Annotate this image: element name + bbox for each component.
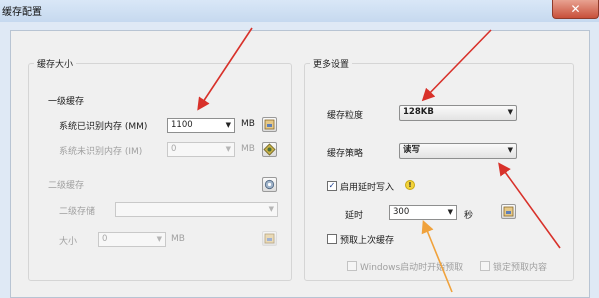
dialog-body: 缓存大小 一级缓存 系统已识别内存 (MM) 1100 ▼ MB 系统未识别内存… (10, 30, 590, 298)
cache-size-title: 缓存大小 (37, 60, 74, 70)
unidentified-mem-combobox[interactable]: 0 ▼ (167, 142, 235, 157)
identified-mem-value: 1100 (171, 120, 193, 130)
granularity-value: 128KB (403, 107, 434, 117)
delay-write-checkbox[interactable]: ✓ (327, 181, 337, 191)
memory-config-button[interactable] (262, 117, 277, 132)
dropdown-arrow-icon[interactable]: ▼ (508, 106, 513, 119)
size-label: 大小 (59, 237, 78, 247)
title-bar: 缓存配置 ✕ (0, 0, 599, 22)
level2-config-button[interactable] (262, 177, 277, 192)
size-value: 0 (102, 234, 108, 244)
identified-mem-label: 系统已识别内存 (MM) (59, 122, 148, 132)
level2-storage-combobox[interactable]: ▼ (115, 202, 278, 217)
gear-icon (264, 179, 275, 190)
cache-size-group: 缓存大小 (28, 57, 292, 281)
size-unit: MB (171, 234, 185, 244)
level2-storage-label: 二级存储 (59, 207, 96, 217)
dropdown-arrow-icon[interactable]: ▼ (269, 203, 274, 216)
prefetch-checkbox[interactable] (327, 234, 337, 244)
size-combobox[interactable]: 0 ▼ (98, 232, 166, 247)
strategy-dropdown[interactable]: 读写 ▼ (399, 143, 517, 159)
identified-mem-unit: MB (241, 119, 255, 129)
delay-value: 300 (393, 207, 410, 217)
unidentified-mem-value: 0 (171, 144, 177, 154)
identified-mem-combobox[interactable]: 1100 ▼ (167, 118, 235, 133)
delay-unit: 秒 (464, 211, 474, 221)
dropdown-arrow-icon[interactable]: ▼ (226, 143, 231, 156)
delay-config-button[interactable] (501, 204, 516, 219)
dropdown-arrow-icon[interactable]: ▼ (508, 144, 513, 157)
strategy-value: 读写 (403, 145, 421, 155)
level2-cache-label: 二级缓存 (48, 181, 85, 191)
granularity-dropdown[interactable]: 128KB ▼ (399, 105, 517, 121)
unidentified-mem-label: 系统未识别内存 (IM) (59, 147, 143, 157)
windows-prefetch-label[interactable]: Windows启动时开始预取 (360, 260, 463, 273)
more-settings-title: 更多设置 (313, 60, 350, 70)
dropdown-arrow-icon[interactable]: ▼ (157, 233, 162, 246)
size-config-button[interactable] (262, 231, 277, 246)
strategy-label: 缓存策略 (327, 149, 364, 159)
window-title: 缓存配置 (2, 7, 42, 18)
delay-write-label[interactable]: 启用延时写入 (340, 180, 394, 193)
dropdown-arrow-icon[interactable]: ▼ (226, 119, 231, 132)
warning-icon: ! (405, 180, 415, 190)
level1-cache-label: 一级缓存 (48, 97, 85, 107)
more-settings-group: 更多设置 (304, 57, 574, 281)
lock-prefetch-checkbox[interactable] (480, 261, 490, 271)
disk-settings-icon (264, 119, 275, 130)
disk-settings-icon (264, 233, 275, 244)
prefetch-label[interactable]: 预取上次缓存 (340, 233, 394, 246)
delay-combobox[interactable]: 300 ▼ (389, 205, 457, 220)
windows-prefetch-checkbox[interactable] (347, 261, 357, 271)
dropdown-arrow-icon[interactable]: ▼ (448, 206, 453, 219)
granularity-label: 缓存粒度 (327, 111, 364, 121)
disk-settings-icon (503, 206, 514, 217)
close-button[interactable]: ✕ (552, 0, 599, 19)
diamond-settings-icon (263, 143, 276, 156)
unidentified-mem-unit: MB (241, 144, 255, 154)
lock-prefetch-label[interactable]: 锁定预取内容 (493, 260, 547, 273)
delay-label: 延时 (345, 211, 364, 221)
unidentified-mem-config-button[interactable] (262, 142, 277, 157)
